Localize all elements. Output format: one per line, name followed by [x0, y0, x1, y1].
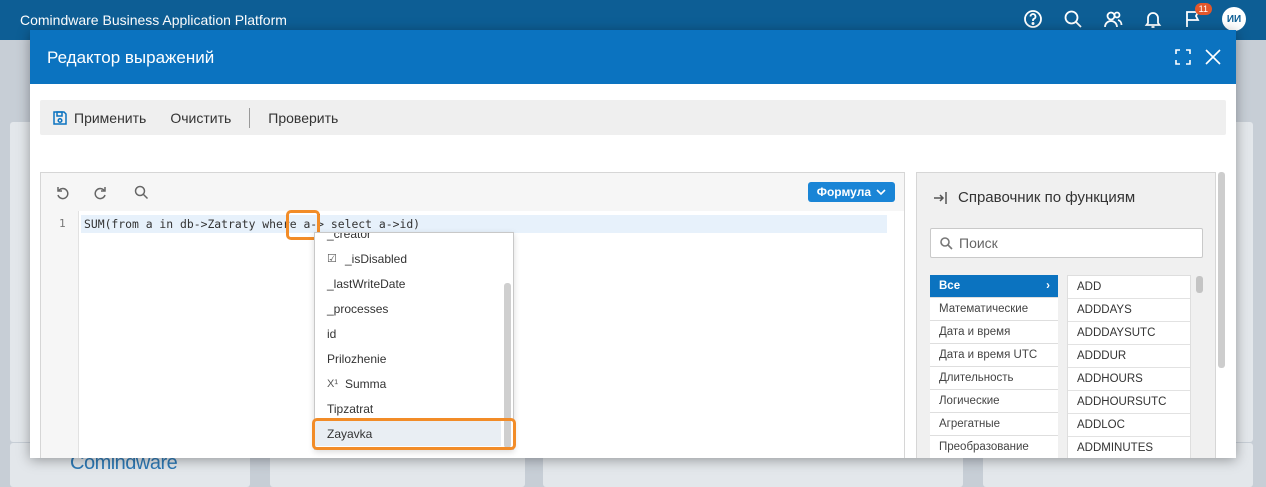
collapse-panel-icon[interactable] — [932, 190, 948, 206]
autocomplete-item-label: Tipzatrat — [327, 401, 374, 416]
formula-mode-label: Формула — [816, 185, 871, 199]
clear-button[interactable]: Очистить — [158, 100, 243, 135]
fullscreen-icon[interactable] — [1174, 48, 1192, 71]
function-item[interactable]: ADDHOURS — [1068, 368, 1190, 391]
notification-badge: 11 — [1194, 3, 1212, 15]
autocomplete-item[interactable]: ☑ _isDisabled — [315, 246, 501, 271]
function-list: ADD ADDDAYS ADDDAYSUTC ADDDUR ADDHOURS A… — [1067, 275, 1191, 458]
save-icon — [53, 110, 67, 125]
code-text[interactable]: SUM(from a in db->Zatraty where a-> sele… — [84, 217, 420, 231]
autocomplete-item-label: Prilozhenie — [327, 351, 387, 366]
close-icon[interactable] — [1204, 48, 1222, 71]
dialog-scrollbar[interactable] — [1218, 172, 1225, 368]
apply-button[interactable]: Применить — [40, 100, 158, 135]
autocomplete-item-label: _creator — [327, 232, 372, 241]
category-item[interactable]: Дата и время — [930, 321, 1058, 344]
undo-icon[interactable] — [54, 184, 70, 200]
check-button[interactable]: Проверить — [256, 100, 350, 135]
category-item[interactable]: Агрегатные — [930, 413, 1058, 436]
editor-toolbar: Формула — [41, 173, 904, 211]
reference-title: Справочник по функциям — [958, 189, 1136, 206]
autocomplete-item-label: _processes — [327, 301, 389, 316]
redo-icon[interactable] — [93, 184, 109, 200]
function-item[interactable]: ADDHOURSUTC — [1068, 391, 1190, 414]
autocomplete-item-label: id — [327, 326, 337, 341]
autocomplete-item[interactable]: id — [315, 321, 501, 346]
chevron-right-icon: › — [1046, 280, 1050, 292]
line-number: 1 — [59, 217, 66, 230]
category-label: Все — [939, 280, 961, 292]
function-search-input[interactable] — [959, 235, 1199, 251]
autocomplete-item-label: _isDisabled — [345, 251, 408, 266]
search-icon[interactable] — [1062, 8, 1084, 30]
checkbox-icon: ☑ — [327, 253, 337, 265]
autocomplete-item[interactable]: _processes — [315, 296, 501, 321]
help-icon[interactable] — [1022, 8, 1044, 30]
dialog-header: Редактор выражений — [30, 30, 1236, 84]
avatar[interactable]: ИИ — [1222, 7, 1246, 31]
check-label: Проверить — [268, 109, 339, 126]
clear-label: Очистить — [170, 109, 232, 126]
users-icon[interactable] — [1102, 8, 1124, 30]
autocomplete-item-label: _lastWriteDate — [327, 276, 406, 291]
function-item[interactable]: ADDMINUTES — [1068, 437, 1190, 458]
autocomplete-item[interactable]: X¹ Summa — [315, 371, 501, 396]
number-icon: X¹ — [327, 377, 338, 390]
autocomplete-item[interactable]: _creator — [315, 232, 501, 246]
autocomplete-item[interactable]: Prilozhenie — [315, 346, 501, 371]
reference-search[interactable] — [930, 228, 1203, 258]
category-item[interactable]: Математические — [930, 298, 1058, 321]
search-icon — [940, 237, 953, 250]
app-title: Comindware Business Application Platform — [20, 12, 287, 28]
category-item[interactable]: Преобразование — [930, 436, 1058, 458]
dialog-title: Редактор выражений — [47, 48, 215, 67]
highlight-selected-box — [312, 418, 516, 450]
category-item[interactable]: Дата и время UTC — [930, 344, 1058, 367]
toolbar-divider — [249, 107, 251, 128]
category-item-all[interactable]: Все › — [930, 275, 1058, 298]
dialog-toolbar: Применить Очистить Проверить — [40, 100, 1226, 135]
flag-icon[interactable]: 11 — [1182, 3, 1212, 30]
search-icon[interactable] — [133, 184, 149, 200]
expression-editor-dialog: Редактор выражений Применить Очистить Пр… — [30, 30, 1236, 458]
function-item[interactable]: ADDLOC — [1068, 414, 1190, 437]
autocomplete-item-label: Summa — [345, 376, 387, 391]
chevron-down-icon — [876, 189, 886, 196]
formula-mode-dropdown[interactable]: Формула — [807, 182, 895, 202]
autocomplete-item[interactable]: _lastWriteDate — [315, 271, 501, 296]
function-item[interactable]: ADDDUR — [1068, 345, 1190, 368]
category-list: Все › Математические Дата и время Дата и… — [930, 275, 1058, 458]
function-list-scrollbar[interactable] — [1196, 276, 1203, 293]
bell-icon[interactable] — [1142, 8, 1164, 30]
category-item[interactable]: Логические — [930, 390, 1058, 413]
line-gutter: 1 — [41, 211, 79, 458]
function-item[interactable]: ADD — [1068, 276, 1190, 299]
function-reference-panel: Справочник по функциям Все › Математичес… — [916, 172, 1216, 458]
function-item[interactable]: ADDDAYSUTC — [1068, 322, 1190, 345]
function-item[interactable]: ADDDAYS — [1068, 299, 1190, 322]
apply-label: Применить — [74, 109, 147, 126]
category-item[interactable]: Длительность — [930, 367, 1058, 390]
